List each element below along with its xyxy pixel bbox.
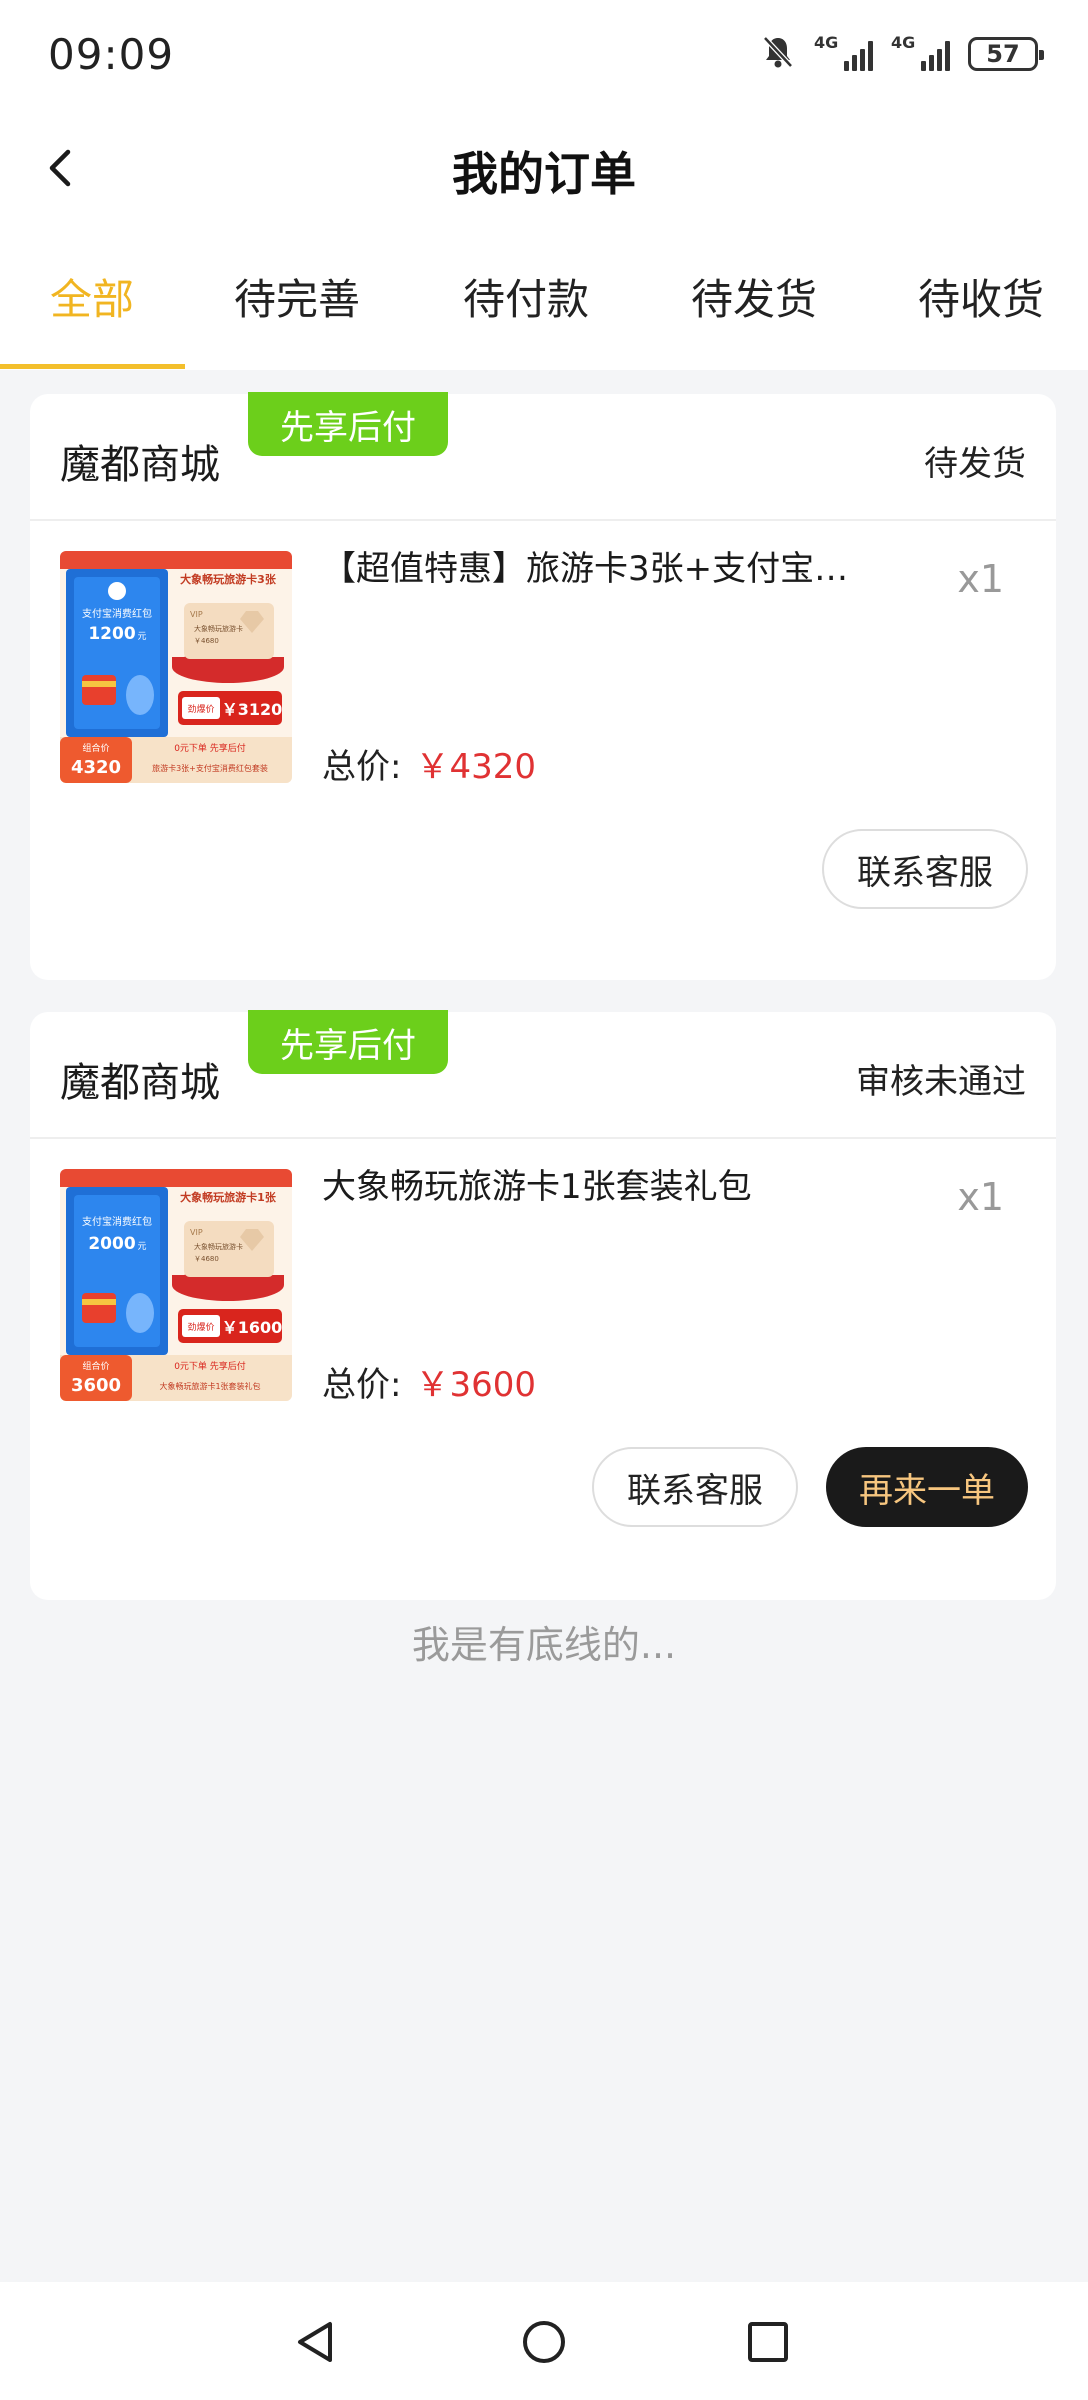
page-header: 我的订单 — [0, 112, 1088, 226]
page-title: 我的订单 — [452, 147, 636, 201]
total-label: 总价: — [322, 1365, 402, 1405]
product-thumbnail[interactable]: 支付宝消费红包 2000 元 大象畅玩旅游卡1张 VIP 大象畅玩旅游卡 ￥46… — [60, 1169, 292, 1401]
tab-to-complete[interactable]: 待完善 — [234, 266, 360, 326]
total-price: ￥3600 — [415, 1365, 536, 1405]
status-bar: 09:09 4G 4G 57 — [0, 0, 1088, 112]
thumb-card-label: 大象畅玩旅游卡 — [194, 624, 243, 633]
thumb-card-price: ￥4680 — [194, 1255, 219, 1263]
thumb-red-packet-amount: 2000 — [88, 1234, 135, 1254]
thumb-footer: 大象畅玩旅游卡1张套装礼包 — [159, 1381, 260, 1391]
thumb-deal-price: ￥3120 — [222, 700, 283, 719]
tab-all[interactable]: 全部 — [50, 266, 134, 326]
store-name: 魔都商城 — [60, 1060, 220, 1106]
thumb-red-packet-amount: 1200 — [88, 624, 135, 644]
thumb-corner-label: 组合价 — [82, 742, 109, 754]
pay-later-badge: 先享后付 — [248, 392, 448, 456]
thumb-promo: 0元下单 先享后付 — [174, 742, 246, 754]
thumb-corner-price: 3600 — [71, 1375, 121, 1396]
order-status: 审核未通过 — [856, 1062, 1026, 1102]
battery-icon: 57 — [968, 37, 1044, 71]
product-thumbnail[interactable]: 支付宝消费红包 1200 元 大象畅玩旅游卡3张 VIP 大象畅玩旅游卡 ￥46… — [60, 551, 292, 783]
thumb-red-packet-unit: 元 — [137, 632, 146, 642]
thumb-vip: VIP — [190, 1228, 203, 1237]
thumb-corner-label: 组合价 — [82, 1360, 109, 1372]
recents-square-icon[interactable] — [738, 2312, 798, 2372]
contact-service-button[interactable]: 联系客服 — [822, 829, 1028, 909]
order-status: 待发货 — [924, 444, 1026, 484]
reorder-button[interactable]: 再来一单 — [826, 1447, 1028, 1527]
thumb-deal-price: ￥1600 — [222, 1318, 283, 1337]
pay-later-badge: 先享后付 — [248, 1010, 448, 1074]
product-title[interactable]: 【超值特惠】旅游卡3张+支付宝消费红包套装 — [322, 545, 882, 597]
order-card-header: 魔都商城 先享后付 审核未通过 — [30, 1010, 1056, 1139]
quantity: x1 — [957, 557, 1004, 601]
thumb-header: 大象畅玩旅游卡1张 — [180, 1190, 277, 1204]
status-icons: 4G 4G 57 — [760, 33, 1044, 74]
total-label: 总价: — [322, 747, 402, 787]
thumb-red-packet-unit: 元 — [137, 1242, 146, 1252]
total-price: ￥4320 — [415, 747, 536, 787]
thumb-promo: 0元下单 先享后付 — [174, 1360, 246, 1372]
home-circle-icon[interactable] — [514, 2312, 574, 2372]
tab-to-ship[interactable]: 待发货 — [691, 266, 817, 326]
tab-active-indicator — [0, 364, 185, 369]
total-price-row: 总价: ￥4320 — [322, 739, 536, 788]
network-label-1: 4G — [814, 33, 839, 52]
thumb-vip: VIP — [190, 610, 203, 619]
battery-level: 57 — [986, 40, 1020, 68]
total-price-row: 总价: ￥3600 — [322, 1357, 536, 1406]
order-card[interactable]: 魔都商城 先享后付 待发货 支付宝消费红包 1200 元 大象畅玩旅游卡3张 V… — [30, 392, 1056, 980]
product-title[interactable]: 大象畅玩旅游卡1张套装礼包 — [322, 1163, 882, 1215]
thumb-deal-label: 劲爆价 — [187, 703, 214, 715]
thumb-header: 大象畅玩旅游卡3张 — [180, 572, 277, 586]
signal-icon: 4G — [814, 33, 873, 71]
thumb-deal-label: 劲爆价 — [187, 1321, 214, 1333]
back-triangle-icon[interactable] — [286, 2312, 346, 2372]
status-time: 09:09 — [48, 30, 175, 79]
thumb-card-price: ￥4680 — [194, 637, 219, 645]
order-tabs: 全部 待完善 待付款 待发货 待收货 — [0, 240, 1088, 370]
quantity: x1 — [957, 1175, 1004, 1219]
order-card[interactable]: 魔都商城 先享后付 审核未通过 支付宝消费红包 2000 元 大象畅玩旅游卡1张 — [30, 1010, 1056, 1600]
thumb-corner-price: 4320 — [71, 757, 121, 778]
network-label-2: 4G — [891, 33, 916, 52]
tab-to-receive[interactable]: 待收货 — [918, 266, 1044, 326]
thumb-red-packet-label: 支付宝消费红包 — [82, 1215, 152, 1228]
order-card-header: 魔都商城 先享后付 待发货 — [30, 392, 1056, 521]
thumb-footer: 旅游卡3张+支付宝消费红包套装 — [152, 763, 268, 773]
end-of-list-note: 我是有底线的... — [411, 1623, 677, 1667]
thumb-red-packet-label: 支付宝消费红包 — [82, 607, 152, 620]
store-name: 魔都商城 — [60, 442, 220, 488]
thumb-card-label: 大象畅玩旅游卡 — [194, 1242, 243, 1251]
tab-to-pay[interactable]: 待付款 — [463, 266, 589, 326]
signal-icon: 4G — [891, 33, 950, 71]
contact-service-button[interactable]: 联系客服 — [592, 1447, 798, 1527]
system-nav-bar — [0, 2282, 1088, 2400]
bell-muted-icon — [760, 34, 796, 74]
